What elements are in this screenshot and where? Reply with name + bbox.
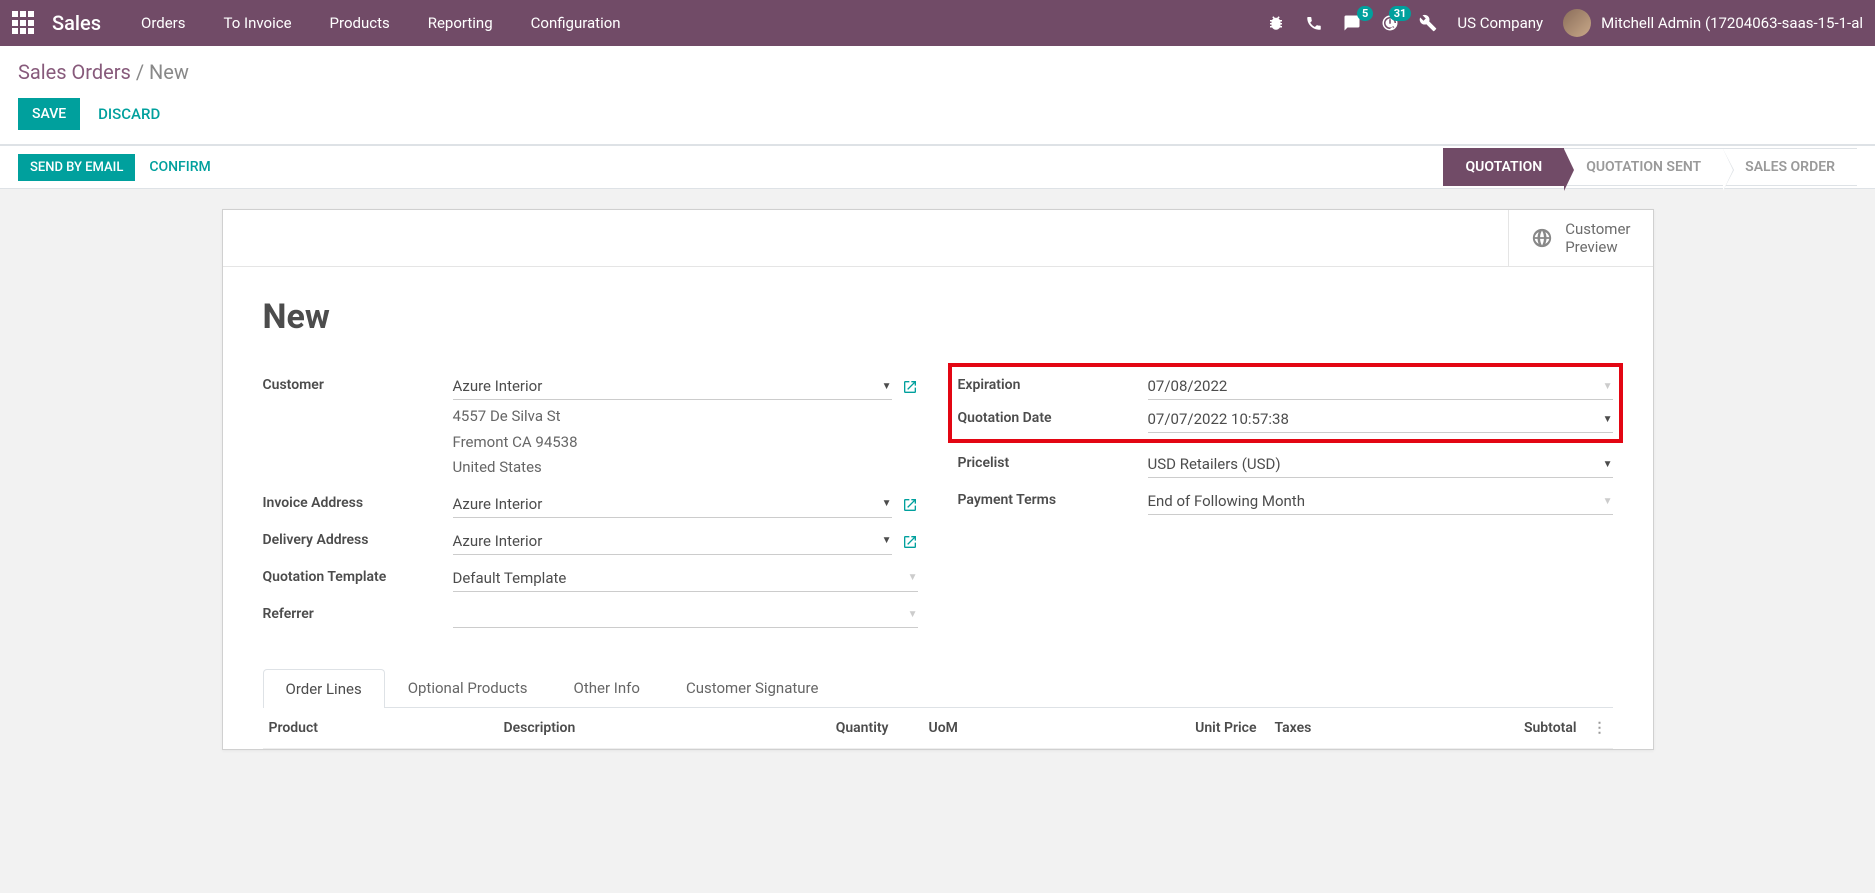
chevron-down-icon: ▼ [1603, 381, 1613, 392]
customer-preview-button[interactable]: Customer Preview [1508, 210, 1652, 266]
quotation-template-input[interactable]: Default Template ▼ [453, 565, 918, 592]
menu-orders[interactable]: Orders [141, 14, 186, 32]
form-left-col: Customer Azure Interior ▼ 4557 De Silva … [263, 373, 918, 638]
main-menu: Orders To Invoice Products Reporting Con… [141, 14, 621, 32]
bug-icon[interactable] [1267, 14, 1285, 32]
save-button[interactable]: SAVE [18, 98, 80, 130]
chevron-down-icon: ▼ [1603, 496, 1613, 507]
record-title: New [263, 297, 1613, 337]
send-email-button[interactable]: SEND BY EMAIL [18, 154, 135, 181]
menu-to-invoice[interactable]: To Invoice [224, 14, 292, 32]
menu-reporting[interactable]: Reporting [428, 14, 493, 32]
top-navbar: Sales Orders To Invoice Products Reporti… [0, 0, 1875, 46]
tab-optional-products[interactable]: Optional Products [385, 668, 551, 707]
tools-icon[interactable] [1419, 14, 1437, 32]
chevron-down-icon: ▼ [1603, 459, 1613, 470]
kebab-icon[interactable]: ⋮ [1577, 720, 1607, 736]
tab-order-lines[interactable]: Order Lines [263, 669, 385, 708]
col-description: Description [504, 720, 779, 736]
avatar [1563, 9, 1591, 37]
statusbar: QUOTATION QUOTATION SENT SALES ORDER [1443, 148, 1857, 186]
discard-button[interactable]: DISCARD [98, 105, 160, 123]
chevron-down-icon: ▼ [882, 535, 892, 546]
col-product: Product [269, 720, 504, 736]
menu-products[interactable]: Products [330, 14, 390, 32]
invoice-address-label: Invoice Address [263, 491, 453, 511]
invoice-address-input[interactable]: Azure Interior ▼ [453, 491, 892, 518]
confirm-button[interactable]: CONFIRM [149, 159, 210, 175]
user-name: Mitchell Admin (17204063-saas-15-1-al [1601, 14, 1863, 32]
status-quotation[interactable]: QUOTATION [1443, 148, 1564, 186]
customer-input[interactable]: Azure Interior ▼ [453, 373, 892, 400]
payment-terms-input[interactable]: End of Following Month ▼ [1148, 488, 1613, 515]
menu-configuration[interactable]: Configuration [531, 14, 621, 32]
col-quantity: Quantity [779, 720, 889, 736]
chevron-down-icon: ▼ [908, 609, 918, 620]
customer-label: Customer [263, 373, 453, 393]
tab-customer-signature[interactable]: Customer Signature [663, 668, 842, 707]
app-brand[interactable]: Sales [52, 11, 101, 35]
company-selector[interactable]: US Company [1457, 14, 1543, 32]
breadcrumb-root[interactable]: Sales Orders [18, 60, 131, 84]
quotation-date-input[interactable]: 07/07/2022 10:57:38 ▼ [1148, 406, 1613, 433]
control-panel: Sales Orders / New SAVE DISCARD [0, 46, 1875, 145]
preview-line2: Preview [1565, 238, 1630, 256]
chevron-down-icon: ▼ [908, 572, 918, 583]
external-link-icon[interactable] [902, 534, 918, 550]
external-link-icon[interactable] [902, 497, 918, 513]
apps-icon[interactable] [12, 11, 36, 35]
chevron-down-icon: ▼ [882, 381, 892, 392]
breadcrumb: Sales Orders / New [18, 60, 1857, 84]
customer-address: 4557 De Silva St Fremont CA 94538 United… [453, 404, 892, 481]
user-menu[interactable]: Mitchell Admin (17204063-saas-15-1-al [1563, 9, 1863, 37]
tab-other-info[interactable]: Other Info [551, 668, 663, 707]
col-subtotal: Subtotal [1437, 720, 1577, 736]
payment-terms-label: Payment Terms [958, 488, 1148, 508]
preview-line1: Customer [1565, 220, 1630, 238]
expiration-input[interactable]: 07/08/2022 ▼ [1148, 373, 1613, 400]
quotation-template-label: Quotation Template [263, 565, 453, 585]
chevron-down-icon: ▼ [1603, 414, 1613, 425]
chevron-down-icon: ▼ [882, 498, 892, 509]
activity-icon[interactable]: 31 [1381, 14, 1399, 32]
delivery-address-label: Delivery Address [263, 528, 453, 548]
quotation-date-label: Quotation Date [958, 406, 1148, 426]
order-lines-header: Product Description Quantity UoM Unit Pr… [263, 708, 1613, 749]
status-sales-order[interactable]: SALES ORDER [1723, 148, 1857, 186]
pricelist-label: Pricelist [958, 451, 1148, 471]
referrer-label: Referrer [263, 602, 453, 622]
delivery-address-input[interactable]: Azure Interior ▼ [453, 528, 892, 555]
globe-icon [1531, 227, 1553, 249]
form-sheet: Customer Preview New Customer Azure Inte… [222, 209, 1654, 750]
breadcrumb-current: New [149, 60, 189, 84]
messages-badge: 5 [1357, 6, 1373, 21]
pricelist-input[interactable]: USD Retailers (USD) ▼ [1148, 451, 1613, 478]
form-right-col: Expiration 07/08/2022 ▼ Quotation Date [958, 373, 1613, 638]
col-uom: UoM [889, 720, 1019, 736]
activity-badge: 31 [1389, 6, 1412, 21]
external-link-icon[interactable] [902, 379, 918, 395]
messages-icon[interactable]: 5 [1343, 14, 1361, 32]
col-unit-price: Unit Price [1147, 720, 1257, 736]
highlight-box: Expiration 07/08/2022 ▼ Quotation Date [948, 363, 1623, 443]
referrer-input[interactable]: ▼ [453, 602, 918, 628]
tabs: Order Lines Optional Products Other Info… [263, 668, 1613, 708]
status-quotation-sent[interactable]: QUOTATION SENT [1564, 148, 1723, 186]
col-taxes: Taxes [1257, 720, 1437, 736]
statusbar-row: SEND BY EMAIL CONFIRM QUOTATION QUOTATIO… [0, 145, 1875, 189]
expiration-label: Expiration [958, 373, 1148, 393]
phone-icon[interactable] [1305, 14, 1323, 32]
